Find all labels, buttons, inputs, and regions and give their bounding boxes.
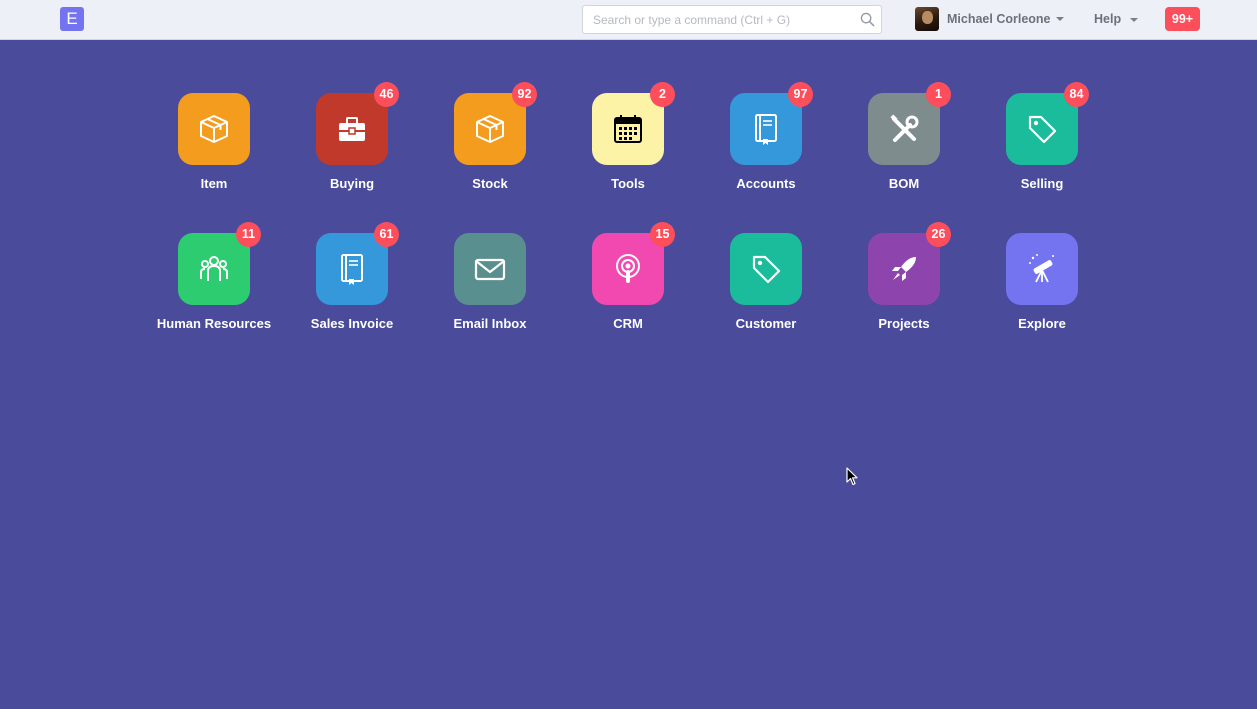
module-projects[interactable]: 26 Projects: [835, 222, 973, 333]
telescope-icon: [1029, 254, 1054, 283]
app-logo[interactable]: E: [60, 7, 84, 31]
module-label[interactable]: Email Inbox: [421, 316, 559, 331]
box-icon: [476, 115, 504, 143]
module-badge: 92: [512, 82, 537, 107]
module-tile[interactable]: [454, 233, 526, 305]
module-label[interactable]: Stock: [421, 176, 559, 191]
module-label[interactable]: Tools: [559, 176, 697, 191]
podcast-icon: [616, 254, 640, 283]
box-icon: [200, 115, 228, 143]
module-tile[interactable]: [1006, 233, 1078, 305]
notifications-badge[interactable]: 99+: [1165, 7, 1200, 31]
search-input[interactable]: [583, 6, 853, 33]
people-icon: [200, 256, 228, 281]
module-label[interactable]: Human Resources: [145, 316, 283, 331]
module-accounts[interactable]: 97 Accounts: [697, 82, 835, 193]
module-tile[interactable]: [730, 233, 802, 305]
module-badge: 26: [926, 222, 951, 247]
module-selling[interactable]: 84 Selling: [973, 82, 1111, 193]
mouse-cursor-icon: [846, 467, 858, 486]
module-badge: 84: [1064, 82, 1089, 107]
module-label[interactable]: Buying: [283, 176, 421, 191]
module-label[interactable]: Explore: [973, 316, 1111, 331]
module-label[interactable]: Projects: [835, 316, 973, 331]
module-bom[interactable]: 1 BOM: [835, 82, 973, 193]
chevron-down-icon: [1055, 17, 1064, 21]
module-badge: 2: [650, 82, 675, 107]
module-label[interactable]: Sales Invoice: [283, 316, 421, 331]
module-customer[interactable]: Customer: [697, 233, 835, 333]
module-label[interactable]: CRM: [559, 316, 697, 331]
module-badge: 1: [926, 82, 951, 107]
module-item[interactable]: Item: [145, 93, 283, 193]
module-grid: Item 46 Buying 92 Stock 2 Tools 97 Accounts 1 BOM 8…: [145, 82, 1111, 333]
module-email-inbox[interactable]: Email Inbox: [421, 233, 559, 333]
tag-icon: [752, 255, 781, 284]
briefcase-icon: [339, 117, 365, 141]
tag-icon: [1028, 115, 1057, 144]
tools-icon: [890, 114, 919, 142]
module-buying[interactable]: 46 Buying: [283, 82, 421, 193]
book-icon: [755, 114, 777, 145]
module-human-resources[interactable]: 11 Human Resources: [145, 222, 283, 333]
avatar[interactable]: [915, 7, 939, 31]
calendar-icon: [614, 115, 642, 143]
module-crm[interactable]: 15 CRM: [559, 222, 697, 333]
module-sales-invoice[interactable]: 61 Sales Invoice: [283, 222, 421, 333]
chevron-down-icon: [1129, 17, 1138, 22]
rocket-icon: [892, 257, 916, 281]
module-label[interactable]: Accounts: [697, 176, 835, 191]
navbar: E Michael Corleone Help 99+: [0, 0, 1257, 40]
module-badge: 46: [374, 82, 399, 107]
help-menu[interactable]: Help: [1094, 12, 1138, 26]
module-badge: 61: [374, 222, 399, 247]
module-badge: 15: [650, 222, 675, 247]
module-explore[interactable]: Explore: [973, 233, 1111, 333]
envelope-icon: [474, 258, 506, 281]
module-label[interactable]: Selling: [973, 176, 1111, 191]
search-icon[interactable]: [860, 12, 875, 27]
search-bar[interactable]: [582, 5, 882, 34]
book-icon: [341, 254, 363, 285]
module-badge: 11: [236, 222, 261, 247]
user-menu[interactable]: Michael Corleone: [915, 7, 1064, 31]
module-tools[interactable]: 2 Tools: [559, 82, 697, 193]
module-label[interactable]: Customer: [697, 316, 835, 331]
help-label[interactable]: Help: [1094, 12, 1121, 26]
module-tile[interactable]: [178, 93, 250, 165]
module-stock[interactable]: 92 Stock: [421, 82, 559, 193]
user-name[interactable]: Michael Corleone: [947, 12, 1051, 26]
module-badge: 97: [788, 82, 813, 107]
module-label[interactable]: BOM: [835, 176, 973, 191]
module-label[interactable]: Item: [145, 176, 283, 191]
